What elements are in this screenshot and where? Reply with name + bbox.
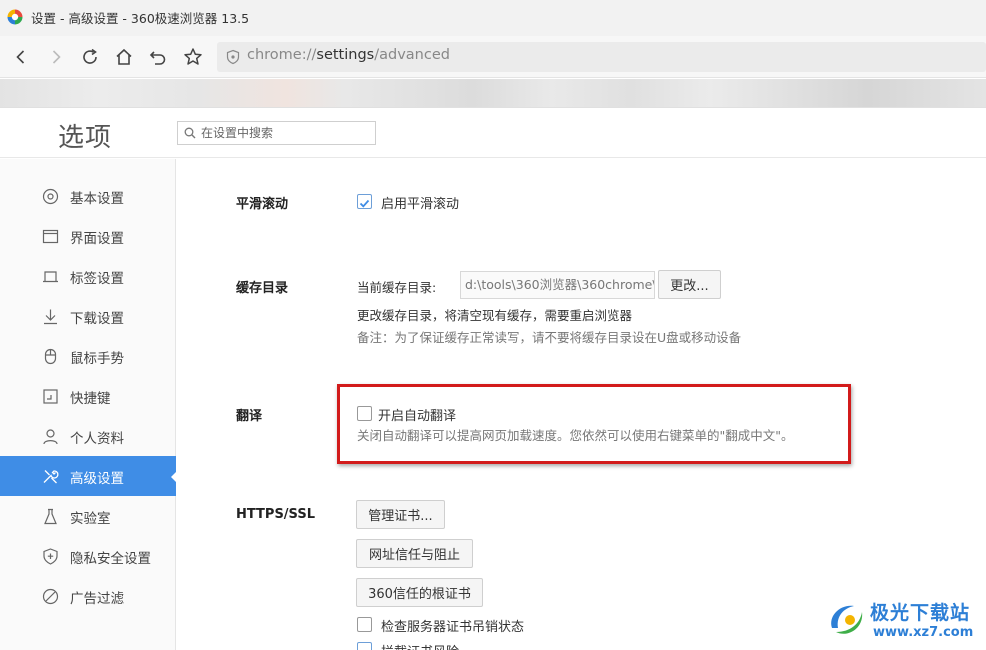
sidebar-item-label: 广告过滤 (70, 591, 124, 607)
sidebar-item-basic[interactable]: 基本设置 (0, 176, 176, 216)
watermark-url: www.xz7.com (873, 625, 974, 640)
app-logo-icon (7, 9, 23, 25)
download-icon (44, 309, 57, 325)
sidebar-item-tabs[interactable]: 标签设置 (0, 256, 176, 296)
tab-icon (43, 271, 58, 283)
watermark-logo-icon (831, 605, 863, 634)
settings-header: 选项 (0, 109, 986, 158)
sidebar-item-privacy[interactable]: 隐私安全设置 (0, 536, 176, 576)
star-icon (184, 48, 202, 65)
home-icon (116, 48, 132, 65)
undo-icon (149, 51, 166, 65)
highlight-box (337, 384, 851, 464)
sidebar-item-interface[interactable]: 界面设置 (0, 216, 176, 256)
watermark-title: 极光下载站 (870, 602, 971, 624)
active-indicator (171, 471, 177, 483)
undo-close-tab-button[interactable] (145, 44, 171, 70)
back-button[interactable] (8, 44, 34, 70)
change-cache-button[interactable]: 更改... (658, 270, 721, 299)
smooth-scroll-checkbox[interactable] (357, 194, 372, 209)
site-trust-button[interactable]: 网址信任与阻止 (356, 539, 473, 568)
checkmark-icon (359, 199, 370, 208)
watermark: 极光下载站 www.xz7.com (826, 595, 986, 650)
shield-plus-icon (43, 548, 58, 565)
bookmarks-bar (0, 79, 986, 108)
bookmark-star-button[interactable] (180, 44, 206, 70)
window-title: 设置 - 高级设置 - 360极速浏览器 13.5 (31, 11, 250, 26)
tools-icon (43, 470, 59, 484)
person-icon (43, 429, 58, 445)
search-input[interactable] (201, 124, 371, 142)
search-box[interactable] (177, 121, 376, 145)
sidebar-item-label: 实验室 (70, 511, 111, 527)
sidebar-item-profile[interactable]: 个人资料 (0, 416, 176, 456)
sidebar-item-lab[interactable]: 实验室 (0, 496, 176, 536)
url-path: /advanced (374, 47, 450, 63)
section-label-cache: 缓存目录 (236, 281, 289, 296)
window-icon (42, 229, 59, 244)
sidebar-item-label: 隐私安全设置 (70, 551, 151, 567)
url-text: chrome://settings/advanced (247, 47, 450, 63)
check-revocation-label: 检查服务器证书吊销状态 (381, 620, 525, 635)
home-button[interactable] (111, 44, 137, 70)
sidebar-item-label: 快捷键 (70, 391, 111, 407)
sidebar-item-label: 个人资料 (70, 431, 124, 447)
sidebar-item-label: 基本设置 (70, 191, 124, 207)
arrow-right-icon (52, 50, 61, 64)
sidebar-item-label: 高级设置 (70, 471, 124, 487)
sidebar-item-label: 界面设置 (70, 231, 124, 247)
check-revocation-checkbox[interactable] (357, 617, 372, 632)
reload-button[interactable] (77, 44, 103, 70)
sidebar-item-adblock[interactable]: 广告过滤 (0, 576, 176, 616)
reload-icon (83, 48, 97, 64)
section-label-translate: 翻译 (236, 409, 263, 424)
smooth-scroll-label: 启用平滑滚动 (381, 197, 460, 212)
search-icon (184, 127, 196, 139)
browser-toolbar: chrome://settings/advanced (0, 36, 986, 78)
sidebar-item-download[interactable]: 下载设置 (0, 296, 176, 336)
block-icon (42, 588, 59, 605)
arrow-left-icon (16, 50, 25, 64)
url-host: settings (316, 47, 375, 63)
manage-certificates-button[interactable]: 管理证书... (356, 500, 445, 529)
intercept-cert-risk-label: 拦截证书风险 (381, 641, 459, 650)
sidebar-item-label: 下载设置 (70, 311, 124, 327)
shortcut-icon (43, 389, 58, 404)
title-bar: 设置 - 高级设置 - 360极速浏览器 13.5 (0, 0, 986, 36)
sidebar-item-label: 标签设置 (70, 271, 124, 287)
forward-button[interactable] (43, 44, 69, 70)
flask-icon (44, 508, 57, 525)
sidebar-item-advanced[interactable]: 高级设置 (0, 456, 177, 496)
section-label-smooth-scroll: 平滑滚动 (236, 197, 289, 212)
cache-remark: 备注：为了保证缓存正常读写，请不要将缓存目录设在U盘或移动设备 (357, 330, 742, 345)
current-cache-label: 当前缓存目录: (357, 280, 437, 295)
section-label-https: HTTPS/SSL (236, 507, 315, 522)
settings-circle-icon (42, 188, 59, 205)
sidebar-item-mouse-gestures[interactable]: 鼠标手势 (0, 336, 176, 376)
shield-lock-icon (226, 49, 240, 65)
page-title: 选项 (58, 123, 113, 153)
mouse-icon (44, 348, 57, 365)
root-certificates-button[interactable]: 360信任的根证书 (356, 578, 483, 607)
sidebar-item-shortcuts[interactable]: 快捷键 (0, 376, 176, 416)
url-scheme: chrome:// (247, 47, 317, 63)
intercept-cert-risk-checkbox[interactable] (357, 642, 372, 650)
sidebar: 基本设置 界面设置 标签设置 下载设置 鼠标手势 快捷键 个人资料 高级设置 实… (0, 159, 177, 650)
cache-note: 更改缓存目录，将清空现有缓存，需要重启浏览器 (357, 308, 633, 323)
address-bar[interactable]: chrome://settings/advanced (217, 42, 986, 72)
sidebar-item-label: 鼠标手势 (70, 351, 124, 367)
cache-path-field[interactable]: d:\tools\360浏览器\360chrome\c (460, 271, 655, 299)
